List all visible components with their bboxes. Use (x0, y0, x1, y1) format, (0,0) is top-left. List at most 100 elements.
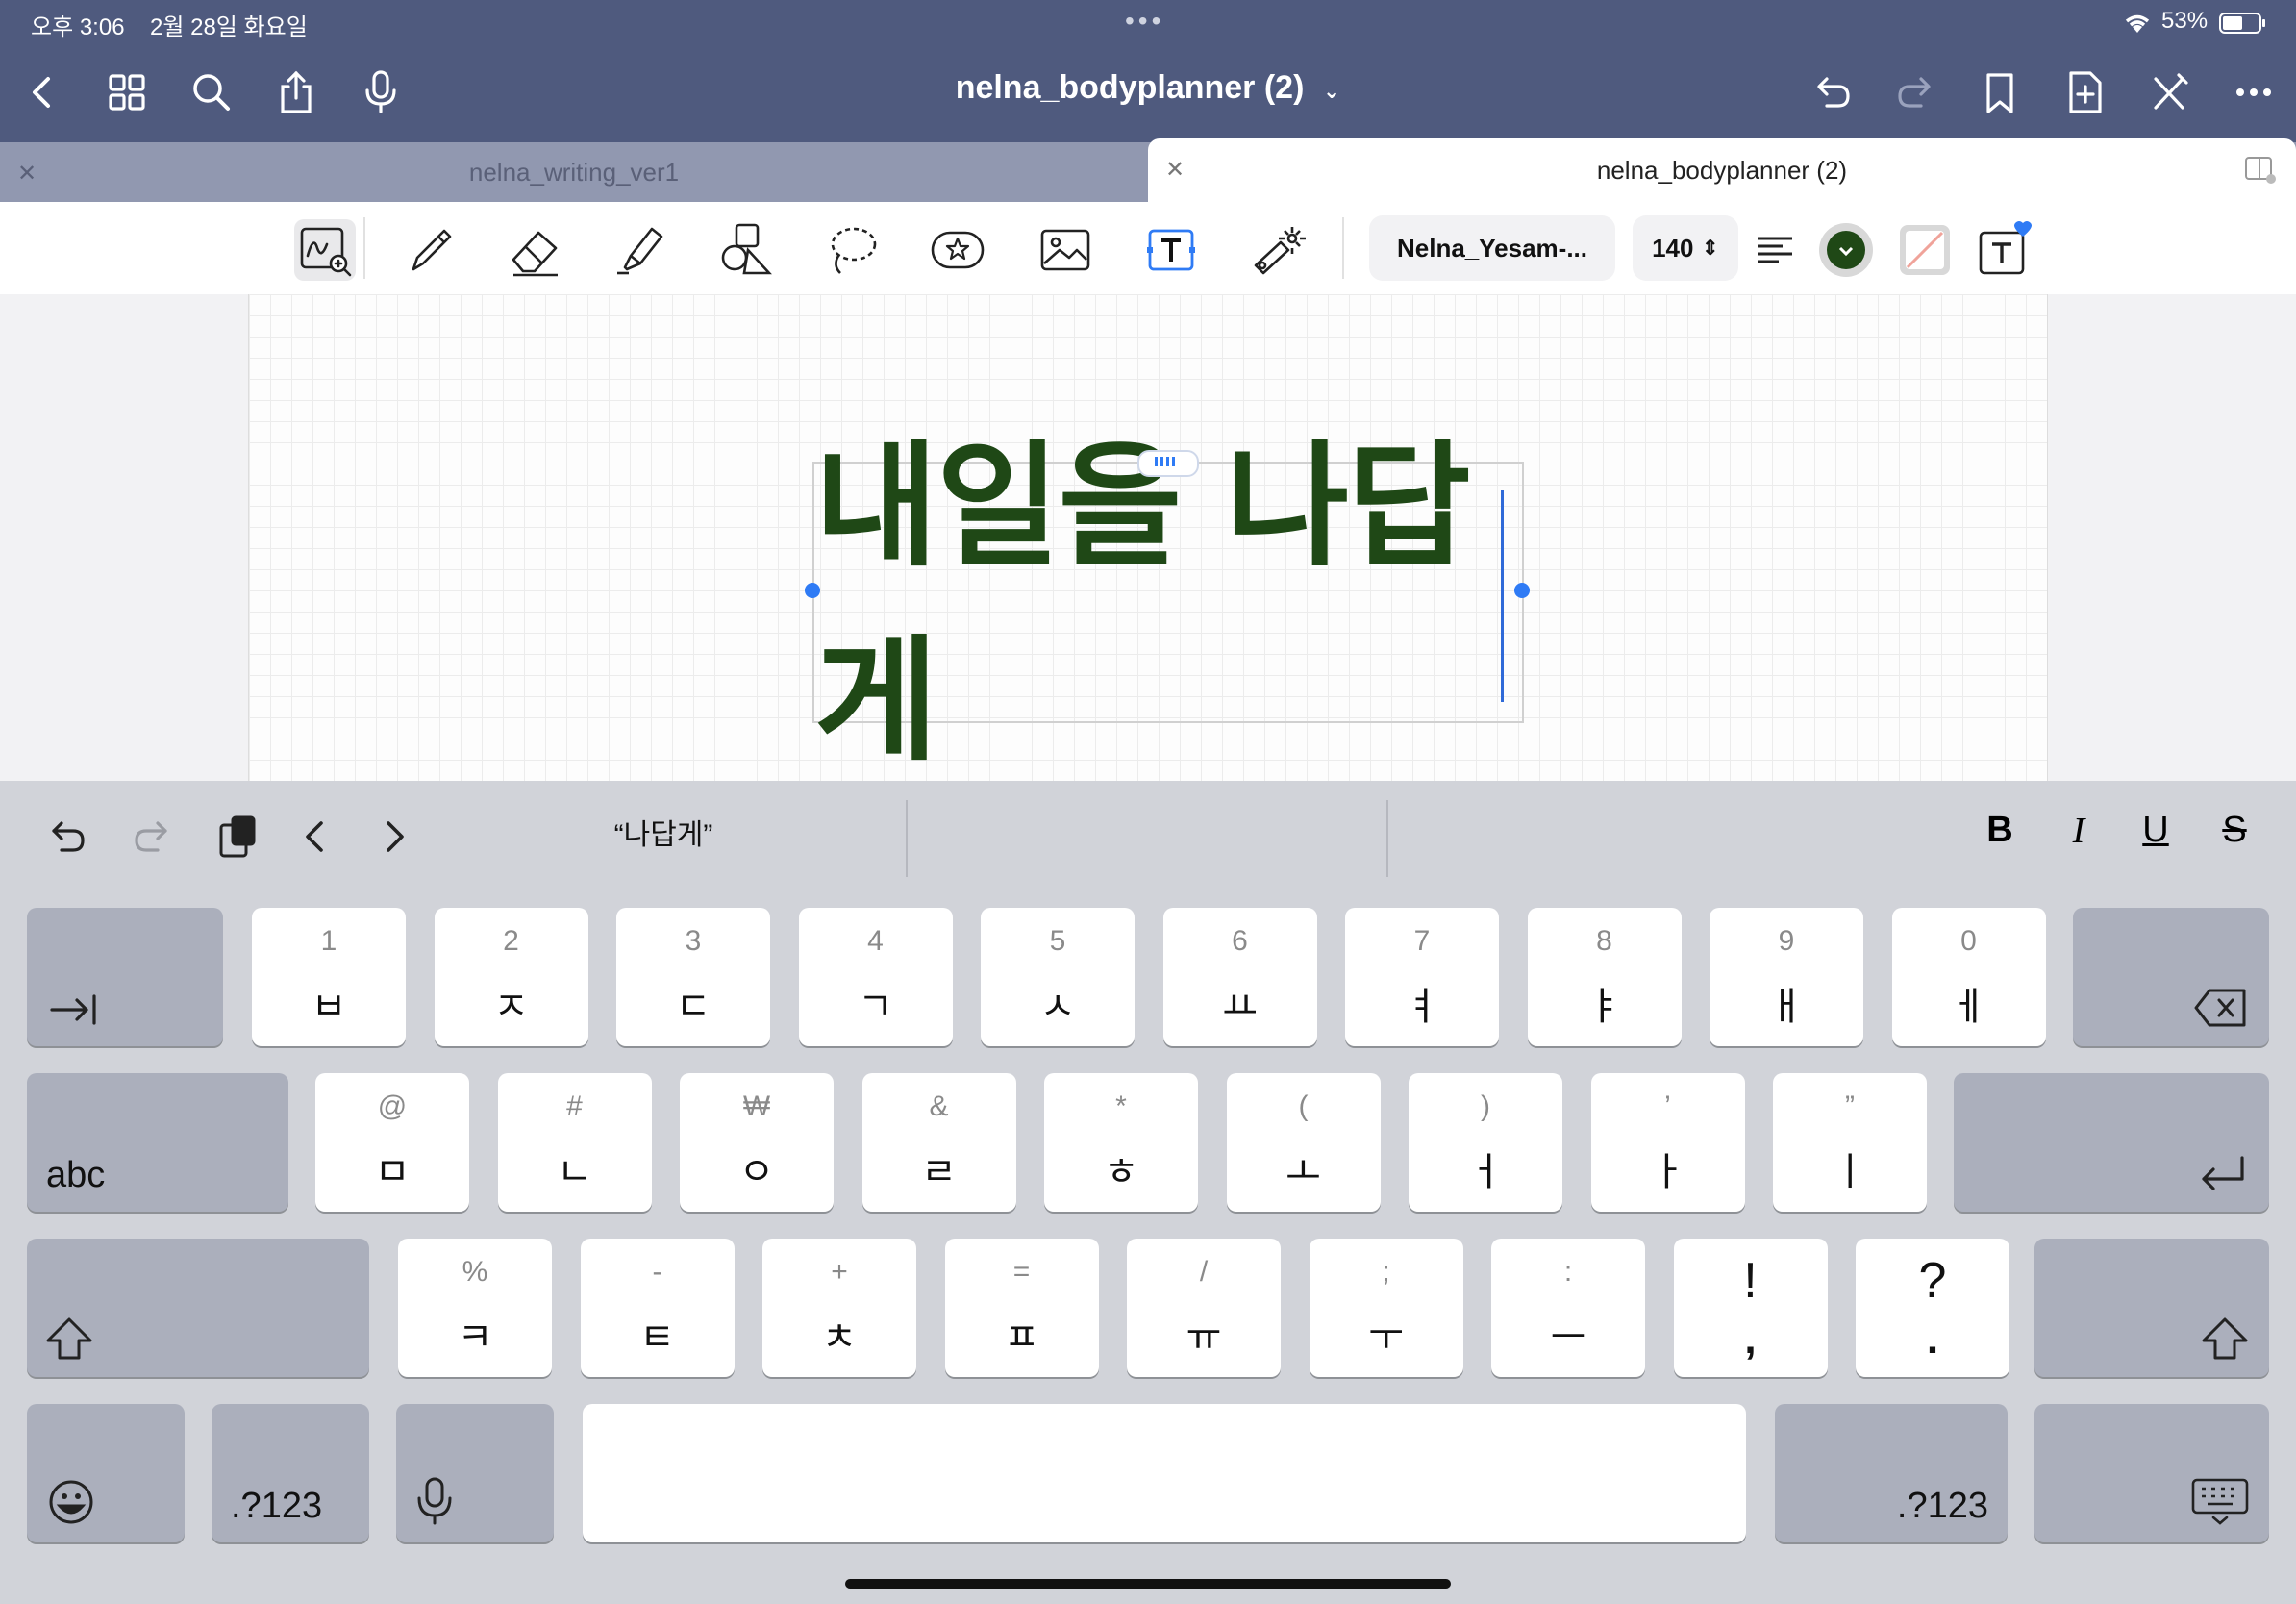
pen-icon[interactable] (400, 219, 462, 281)
row1-key-0[interactable]: 1ㅂ (252, 908, 406, 1046)
strikethrough-button[interactable]: S (2215, 810, 2254, 864)
text-style-favorite-icon[interactable] (1973, 219, 2034, 281)
row3-key-8[interactable]: ?. (1856, 1239, 2009, 1377)
key-secondary-label: 3 (685, 925, 702, 957)
row1-key-3[interactable]: 4ㄱ (798, 908, 953, 1046)
bookmark-icon[interactable] (1975, 67, 2025, 117)
document-title-text[interactable]: nelna_bodyplanner (2) (956, 69, 1305, 106)
pen-tool-toggle-icon[interactable] (2144, 67, 2194, 117)
underline-button[interactable]: U (2136, 810, 2175, 864)
key-primary-label: ㅜ (1368, 1316, 1404, 1359)
space-key[interactable] (583, 1404, 1746, 1542)
search-icon[interactable] (187, 67, 237, 117)
key-secondary-label: - (652, 1256, 662, 1288)
row2-key-1[interactable]: # ㄴ (497, 1073, 652, 1212)
highlighter-icon[interactable] (610, 219, 671, 281)
share-icon[interactable] (271, 67, 321, 117)
image-icon[interactable] (1035, 219, 1096, 281)
row3-key-0[interactable]: % ㅋ (398, 1239, 552, 1377)
row2-key-5[interactable]: (ㅗ (1226, 1073, 1381, 1212)
shapes-icon[interactable] (715, 219, 777, 281)
text-align-icon[interactable] (1744, 219, 1806, 281)
row1-key-2[interactable]: 3ㄷ (616, 908, 770, 1046)
eraser-icon[interactable] (504, 219, 565, 281)
abc-key[interactable]: abc (27, 1073, 288, 1212)
redo-icon[interactable] (1890, 67, 1940, 117)
text-box[interactable]: 내일을 나답게 (805, 429, 1530, 780)
sticker-icon[interactable] (927, 219, 988, 281)
bold-button[interactable]: B (1981, 810, 2019, 864)
split-view-icon[interactable] (2244, 156, 2277, 185)
shift-key-right[interactable] (2034, 1239, 2269, 1377)
key-secondary-label: # (566, 1090, 583, 1122)
add-page-icon[interactable] (2059, 67, 2109, 117)
dictation-key[interactable] (396, 1404, 554, 1542)
row3-key-4[interactable]: / ㅠ (1127, 1239, 1281, 1377)
font-size-stepper[interactable]: 140 ⇕ (1633, 215, 1738, 281)
row1-key-1[interactable]: 2ㅈ (434, 908, 588, 1046)
shift-key-left[interactable] (27, 1239, 369, 1377)
tab-nelna-writing[interactable]: ✕ nelna_writing_ver1 (0, 142, 1148, 202)
microphone-icon[interactable] (356, 67, 406, 117)
keyboard-redo-icon[interactable] (125, 810, 179, 864)
return-key[interactable] (1954, 1073, 2269, 1212)
row3-key-1[interactable]: -ㅌ (580, 1239, 735, 1377)
toolbar-divider (363, 217, 365, 279)
suggestion-1[interactable]: “나답게” (538, 812, 788, 860)
abc-key-label: abc (46, 1155, 106, 1195)
key-secondary-label: ! (1743, 1253, 1758, 1309)
undo-icon[interactable] (1808, 67, 1858, 117)
text-color-picker[interactable] (1815, 219, 1877, 281)
italic-button[interactable]: I (2059, 810, 2098, 864)
row3-key-5[interactable]: ; ㅜ (1309, 1239, 1463, 1377)
row2-key-0[interactable]: @ ㅁ (315, 1073, 469, 1212)
tab-close-icon[interactable]: ✕ (17, 160, 37, 188)
row1-key-4[interactable]: 5ㅅ (981, 908, 1135, 1046)
row1-key-9[interactable]: 0ㅔ (1891, 908, 2046, 1046)
row2-key-2[interactable]: ₩ ㅇ (680, 1073, 834, 1212)
row3-key-6[interactable]: :ㅡ (1491, 1239, 1645, 1377)
row1-key-6[interactable]: 7ㅕ (1345, 908, 1499, 1046)
laser-pointer-icon[interactable] (1246, 219, 1308, 281)
tab-key[interactable] (27, 908, 223, 1046)
row3-key-3[interactable]: = ㅍ (944, 1239, 1099, 1377)
row1-key-5[interactable]: 6ㅛ (1162, 908, 1317, 1046)
numbers-key-left[interactable]: .?123 (212, 1404, 369, 1542)
tab-nelna-bodyplanner[interactable]: ✕ nelna_bodyplanner (2) (1148, 138, 2296, 202)
resize-handle-right[interactable] (1514, 583, 1530, 598)
more-icon[interactable] (2229, 67, 2279, 117)
row1-key-7[interactable]: 8ㅑ (1527, 908, 1682, 1046)
paste-icon[interactable] (212, 810, 265, 864)
key-secondary-label: : (1563, 1256, 1573, 1288)
row2-key-6[interactable]: ) ㅓ (1409, 1073, 1562, 1212)
delete-key[interactable] (2073, 908, 2269, 1046)
row2-key-4[interactable]: * ㅎ (1044, 1073, 1198, 1212)
cursor-right-icon[interactable] (367, 810, 421, 864)
move-handle[interactable] (1137, 450, 1199, 477)
font-name-selector[interactable]: Nelna_Yesam-... (1369, 215, 1615, 281)
row2-key-3[interactable]: & ㄹ (861, 1073, 1016, 1212)
background-color-none-icon[interactable] (1894, 219, 1956, 281)
hide-keyboard-key[interactable] (2034, 1404, 2269, 1542)
lasso-icon[interactable] (821, 219, 883, 281)
tab-close-icon[interactable]: ✕ (1165, 156, 1185, 184)
chevron-down-icon[interactable]: ⌄ (1323, 79, 1340, 103)
grid-view-icon[interactable] (102, 67, 152, 117)
back-chevron-icon[interactable] (17, 67, 67, 117)
cursor-left-icon[interactable] (288, 810, 342, 864)
multitasking-dots-icon[interactable]: ••• (1125, 6, 1164, 37)
text-box-content[interactable]: 내일을 나답게 (814, 429, 1522, 780)
notebook-page[interactable]: 내일을 나답게 (248, 294, 2048, 781)
row2-key-7[interactable]: ’ ㅏ (1590, 1073, 1745, 1212)
status-time: 오후 3:06 (31, 14, 125, 40)
emoji-key[interactable] (27, 1404, 185, 1542)
row2-key-8[interactable]: ” ㅣ (1773, 1073, 1927, 1212)
resize-handle-left[interactable] (805, 583, 820, 598)
numbers-key-right[interactable]: .?123 (1775, 1404, 2008, 1542)
handwriting-zoom-icon[interactable] (294, 219, 356, 281)
keyboard-undo-icon[interactable] (40, 810, 94, 864)
row1-key-8[interactable]: 9ㅐ (1710, 908, 1863, 1046)
text-tool-icon[interactable] (1140, 219, 1202, 281)
row3-key-2[interactable]: + ㅊ (762, 1239, 916, 1377)
row3-key-7[interactable]: !, (1673, 1239, 1828, 1377)
